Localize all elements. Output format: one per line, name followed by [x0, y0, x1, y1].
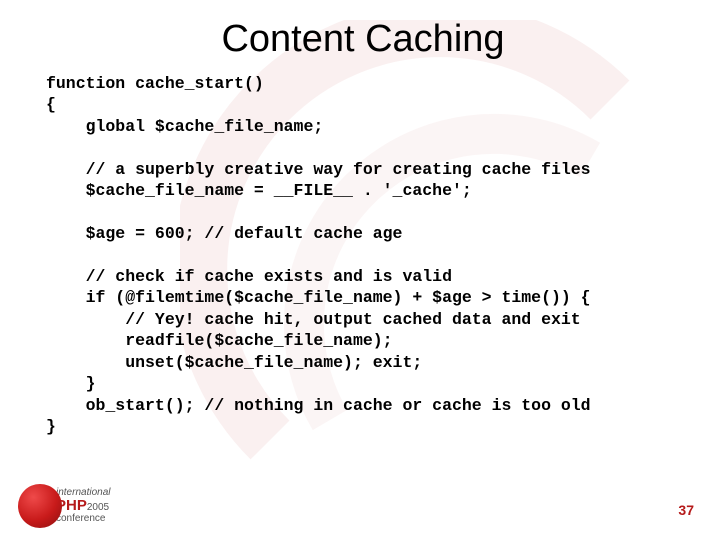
logo-text: international PHP2005 conference [56, 488, 110, 525]
code-line: function cache_start() [46, 74, 264, 93]
page-number: 37 [678, 502, 694, 518]
logo-badge-icon [18, 484, 62, 528]
code-line: readfile($cache_file_name); [46, 331, 393, 350]
code-line: // a superbly creative way for creating … [46, 160, 591, 179]
logo-line-conference: conference [56, 514, 110, 525]
code-line: { [46, 95, 56, 114]
code-line: } [46, 417, 56, 436]
code-line: if (@filemtime($cache_file_name) + $age … [46, 288, 591, 307]
code-block: function cache_start() { global $cache_f… [46, 73, 680, 437]
slide-title: Content Caching [46, 18, 680, 61]
code-line: // check if cache exists and is valid [46, 267, 452, 286]
code-line: ob_start(); // nothing in cache or cache… [46, 396, 591, 415]
code-line: unset($cache_file_name); exit; [46, 353, 422, 372]
code-line: } [46, 374, 96, 393]
code-line: // Yey! cache hit, output cached data an… [46, 310, 581, 329]
code-line: $age = 600; // default cache age [46, 224, 402, 243]
conference-logo: international PHP2005 conference [18, 484, 110, 528]
code-line: $cache_file_name = __FILE__ . '_cache'; [46, 181, 472, 200]
code-line: global $cache_file_name; [46, 117, 323, 136]
logo-line-php-year: PHP2005 [56, 498, 110, 514]
